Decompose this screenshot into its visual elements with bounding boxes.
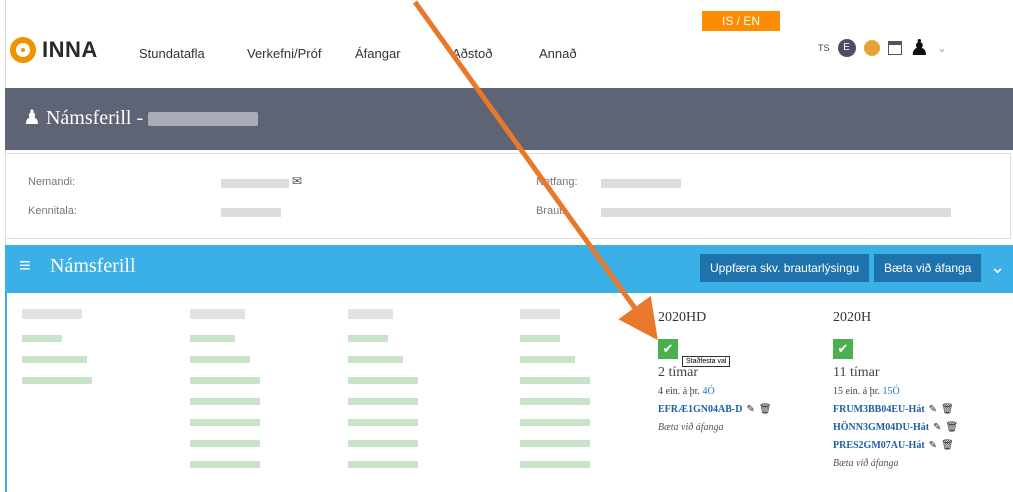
annotation-arrow-overlay <box>412 0 658 341</box>
annotation-arrow <box>412 0 658 341</box>
